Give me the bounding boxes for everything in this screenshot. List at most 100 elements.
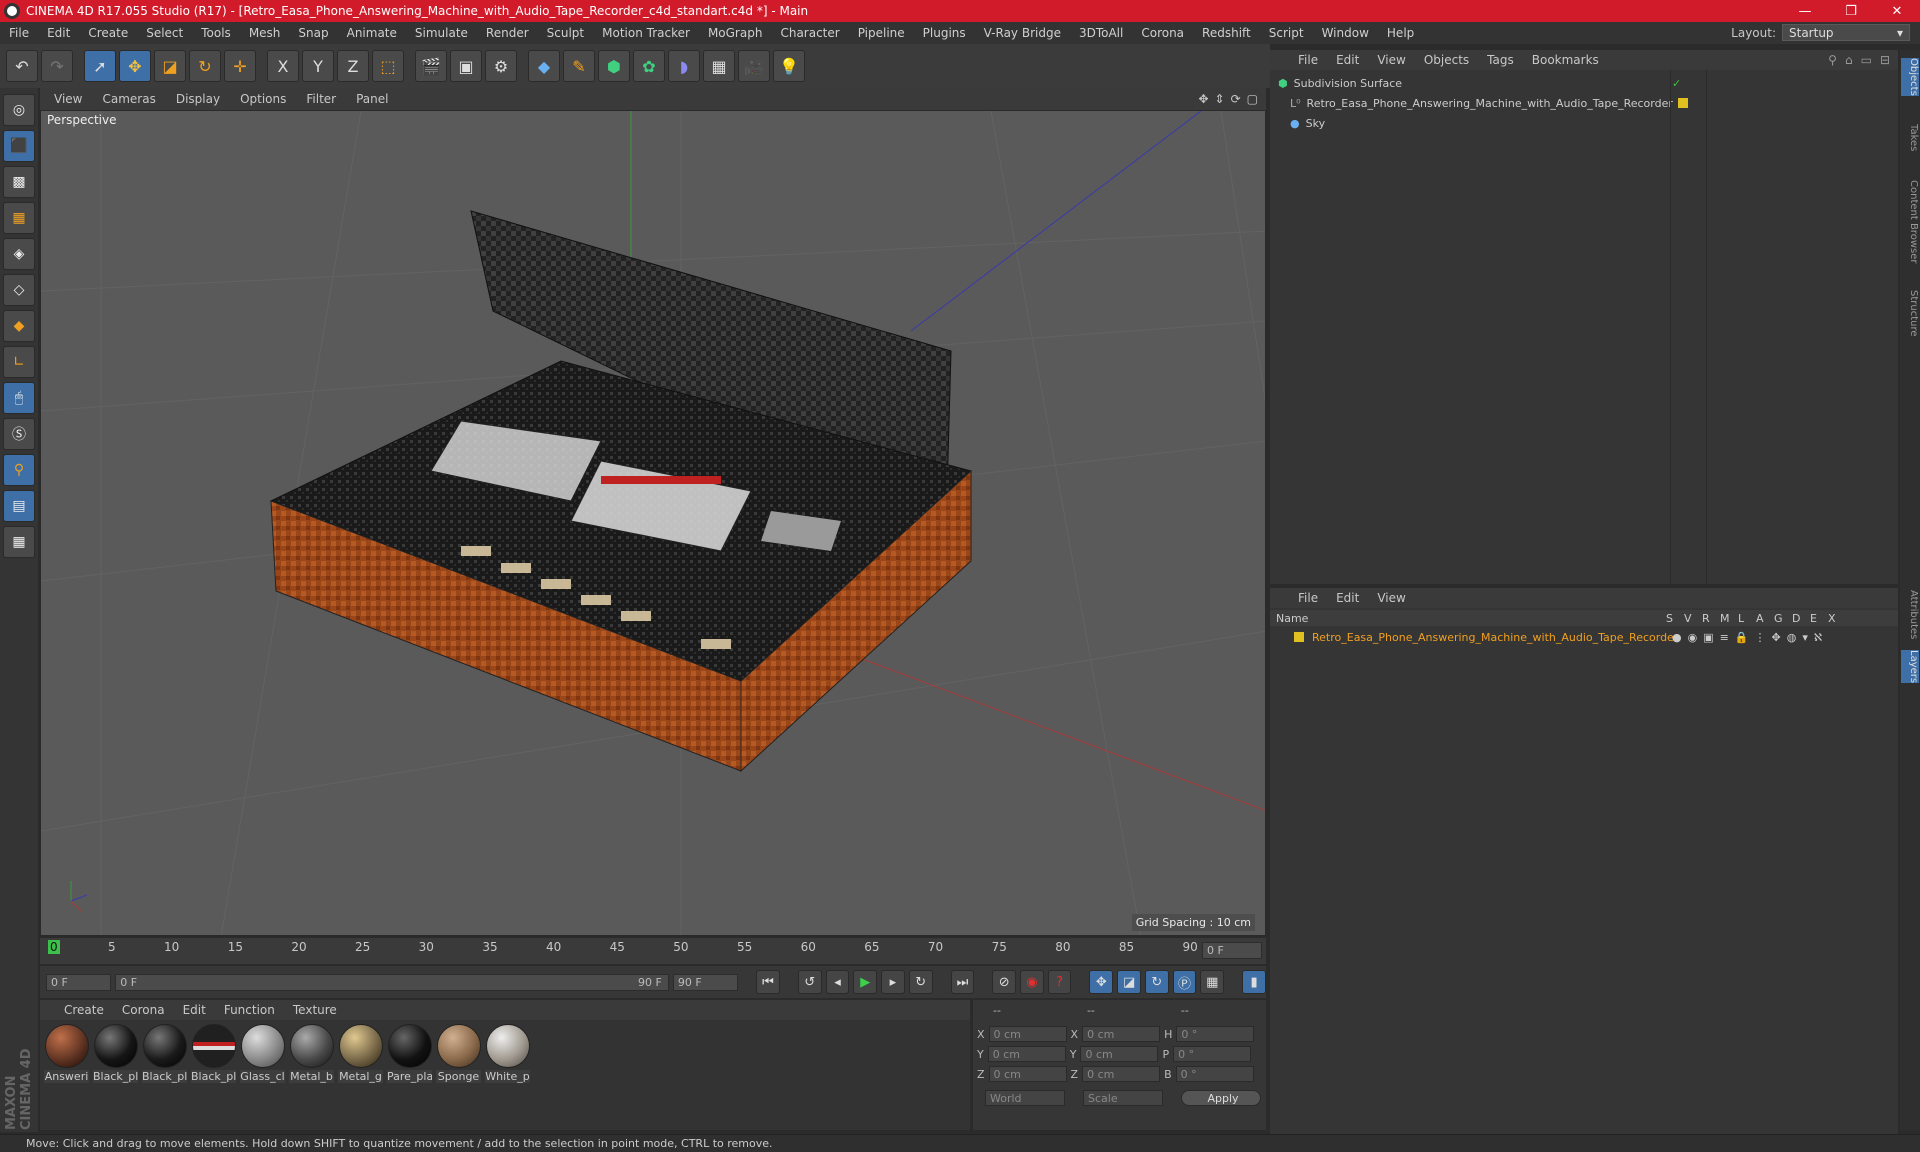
- viewport-menu-cameras[interactable]: Cameras: [102, 92, 155, 106]
- scale-icon[interactable]: ◪: [154, 50, 186, 82]
- menu-character[interactable]: Character: [771, 26, 848, 40]
- material-swatch[interactable]: Black_pl: [191, 1024, 236, 1126]
- menu-help[interactable]: Help: [1378, 26, 1423, 40]
- minimize-button[interactable]: —: [1782, 4, 1828, 19]
- frame-range-slider[interactable]: 0 F 90 F: [115, 973, 669, 991]
- viewport-menu-display[interactable]: Display: [176, 92, 220, 106]
- animation-toggle-icon[interactable]: ⋮: [1755, 631, 1766, 644]
- deformer-icon[interactable]: ◗: [668, 50, 700, 82]
- menu-window[interactable]: Window: [1313, 26, 1378, 40]
- menu-motion-tracker[interactable]: Motion Tracker: [593, 26, 699, 40]
- viewport-menu-filter[interactable]: Filter: [306, 92, 336, 106]
- play-icon[interactable]: ▶: [853, 970, 878, 994]
- timeline-window-icon[interactable]: ▮: [1242, 970, 1266, 994]
- apply-button[interactable]: Apply: [1181, 1090, 1261, 1106]
- polygons-mode-icon[interactable]: ◆: [3, 310, 35, 342]
- subdivision-icon[interactable]: ⬢: [598, 50, 630, 82]
- render-toggle-icon[interactable]: ▣: [1703, 631, 1713, 644]
- tab-layers[interactable]: Layers: [1901, 650, 1919, 684]
- restore-button[interactable]: ❐: [1828, 4, 1874, 19]
- rot-h-field[interactable]: 0 °: [1176, 1026, 1255, 1042]
- maximize-view-icon[interactable]: ▢: [1247, 92, 1258, 106]
- workplane-mode-icon[interactable]: ▦: [3, 202, 35, 234]
- objects-menu-file[interactable]: File: [1298, 53, 1318, 67]
- edges-mode-icon[interactable]: ◇: [3, 274, 35, 306]
- current-frame-field[interactable]: 0 F: [1202, 942, 1262, 959]
- size-y-field[interactable]: 0 cm: [1080, 1046, 1159, 1062]
- menu-3dtoall[interactable]: 3DToAll: [1070, 26, 1132, 40]
- menu-mesh[interactable]: Mesh: [240, 26, 290, 40]
- objects-menu-view[interactable]: View: [1377, 53, 1405, 67]
- y-axis-icon[interactable]: Y: [302, 50, 334, 82]
- material-menu-create[interactable]: Create: [64, 1003, 104, 1017]
- material-swatch[interactable]: Metal_b: [289, 1024, 334, 1126]
- workplane-icon[interactable]: ▦: [3, 526, 35, 558]
- key-parameter-icon[interactable]: Ⓟ: [1172, 970, 1197, 994]
- search-icon[interactable]: ⚲: [1828, 53, 1837, 67]
- material-swatch[interactable]: Black_pl: [142, 1024, 187, 1126]
- deformer-toggle-icon[interactable]: ◍: [1787, 631, 1797, 644]
- floor-icon[interactable]: ▦: [703, 50, 735, 82]
- start-frame-field[interactable]: 0 F: [46, 973, 112, 991]
- axis-mode-icon[interactable]: ∟: [3, 346, 35, 378]
- light-icon[interactable]: 💡: [773, 50, 805, 82]
- pos-z-field[interactable]: 0 cm: [988, 1066, 1067, 1082]
- menu-mograph[interactable]: MoGraph: [699, 26, 772, 40]
- keyframe-selection-icon[interactable]: ?: [1047, 970, 1072, 994]
- menu-sculpt[interactable]: Sculpt: [538, 26, 593, 40]
- menu-plugins[interactable]: Plugins: [914, 26, 975, 40]
- camera-icon[interactable]: 🎥: [738, 50, 770, 82]
- manager-toggle-icon[interactable]: ≡: [1720, 631, 1729, 644]
- viewport-menu-options[interactable]: Options: [240, 92, 286, 106]
- redo-icon[interactable]: ↷: [41, 50, 73, 82]
- expression-toggle-icon[interactable]: ▾: [1802, 631, 1808, 644]
- generator-toggle-icon[interactable]: ✥: [1772, 631, 1781, 644]
- render-picture-viewer-icon[interactable]: ▣: [450, 50, 482, 82]
- menu-file[interactable]: File: [0, 26, 38, 40]
- previous-key-icon[interactable]: ↺: [797, 970, 822, 994]
- z-axis-icon[interactable]: Z: [337, 50, 369, 82]
- material-swatch[interactable]: Sponge: [436, 1024, 481, 1126]
- make-editable-icon[interactable]: ◎: [3, 94, 35, 126]
- object-row[interactable]: ⬢ Subdivision Surface ✓: [1270, 74, 1898, 92]
- new-view-icon[interactable]: ▭: [1861, 53, 1872, 67]
- material-menu-edit[interactable]: Edit: [183, 1003, 206, 1017]
- world-mode-dropdown[interactable]: World: [985, 1090, 1065, 1106]
- menu-animate[interactable]: Animate: [338, 26, 406, 40]
- material-swatch[interactable]: Glass_cl: [240, 1024, 285, 1126]
- objects-menu-edit[interactable]: Edit: [1336, 53, 1359, 67]
- menu-redshift[interactable]: Redshift: [1193, 26, 1260, 40]
- live-select-icon[interactable]: ✛: [224, 50, 256, 82]
- material-menu-texture[interactable]: Texture: [293, 1003, 337, 1017]
- key-position-icon[interactable]: ✥: [1089, 970, 1114, 994]
- objects-menu-bookmarks[interactable]: Bookmarks: [1532, 53, 1599, 67]
- view-toggle-icon[interactable]: ◉: [1688, 631, 1698, 644]
- menu-render[interactable]: Render: [477, 26, 538, 40]
- cube-icon[interactable]: ◆: [528, 50, 560, 82]
- pos-y-field[interactable]: 0 cm: [987, 1046, 1066, 1062]
- material-swatch[interactable]: Answeri: [44, 1024, 89, 1126]
- zoom-icon[interactable]: ⇕: [1215, 92, 1225, 106]
- material-menu-function[interactable]: Function: [224, 1003, 275, 1017]
- lock-workplane-icon[interactable]: ▤: [3, 490, 35, 522]
- timeline-ruler[interactable]: 0 5 10 15 20 25 30 35 40 45 50 55 60 65 …: [40, 938, 1266, 964]
- solo-toggle-icon[interactable]: ●: [1672, 631, 1682, 644]
- material-swatch[interactable]: White_p: [485, 1024, 530, 1126]
- menu-edit[interactable]: Edit: [38, 26, 79, 40]
- objects-menu-tags[interactable]: Tags: [1487, 53, 1514, 67]
- x-axis-icon[interactable]: X: [267, 50, 299, 82]
- menu-snap[interactable]: Snap: [289, 26, 337, 40]
- tab-takes[interactable]: Takes: [1901, 124, 1919, 151]
- lock-toggle-icon[interactable]: 🔒: [1735, 631, 1749, 644]
- rotate-icon[interactable]: ↻: [189, 50, 221, 82]
- tab-attributes[interactable]: Attributes: [1901, 590, 1919, 639]
- autokey-icon[interactable]: ◉: [1020, 970, 1044, 994]
- layer-color-swatch[interactable]: [1678, 98, 1688, 108]
- layers-menu-view[interactable]: View: [1377, 591, 1405, 605]
- solo-mode-icon[interactable]: Ⓢ: [3, 418, 35, 450]
- key-rotation-icon[interactable]: ↻: [1144, 970, 1169, 994]
- menu-create[interactable]: Create: [79, 26, 137, 40]
- previous-frame-icon[interactable]: ◂: [825, 970, 850, 994]
- snap-icon[interactable]: ⚲: [3, 454, 35, 486]
- material-swatch[interactable]: Black_pl: [93, 1024, 138, 1126]
